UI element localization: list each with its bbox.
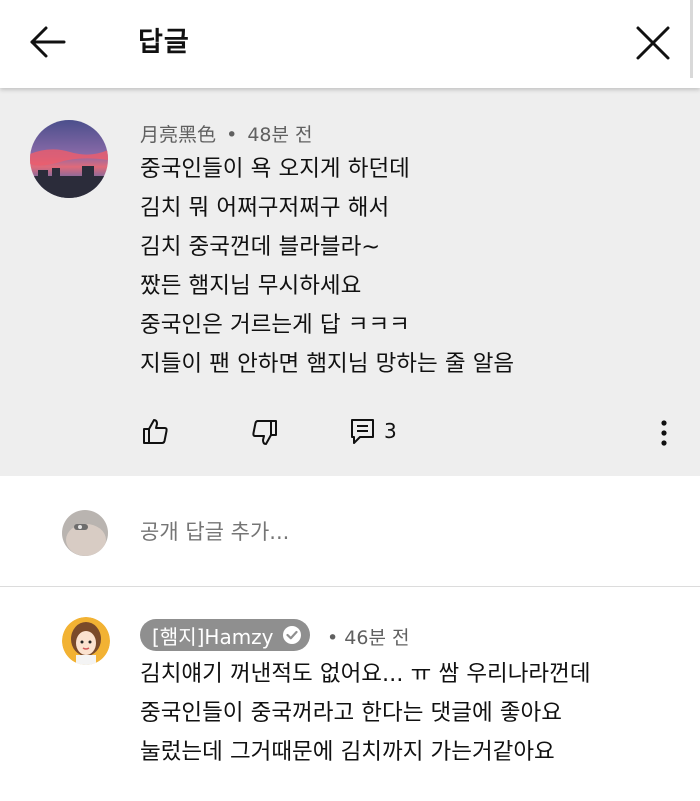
like-button[interactable] bbox=[140, 416, 170, 450]
comment-actions: 3 bbox=[0, 412, 700, 452]
comment-line: 짰든 햄지님 무시하세요 bbox=[140, 273, 362, 299]
sunset-avatar-image bbox=[30, 120, 108, 198]
back-button[interactable] bbox=[22, 18, 74, 66]
comment-author[interactable]: 月亮黑色 bbox=[140, 124, 216, 146]
reply-meta: • 46분 전 bbox=[327, 623, 409, 650]
reply-count: 3 bbox=[384, 419, 397, 443]
comment-meta: 月亮黑色 • 48분 전 bbox=[140, 120, 313, 147]
reply-line: 중국인들이 중국꺼라고 한다는 댓글에 좋아요 bbox=[140, 700, 562, 726]
more-options-button[interactable] bbox=[652, 418, 676, 452]
comment-time: 48분 전 bbox=[247, 124, 313, 146]
reply-line: 김치얘기 꺼낸적도 없어요... ㅠ 쌈 우리나라껀데 bbox=[140, 661, 591, 687]
avatar[interactable] bbox=[62, 617, 110, 665]
meta-separator: • bbox=[226, 124, 238, 146]
reply-comment: [햄지]Hamzy • 46분 전 김치얘기 꺼낸적도 없어요... ㅠ 쌈 우… bbox=[0, 587, 700, 801]
reply-line: 눌렀는데 그거때문에 김치까지 가는거같아요 bbox=[140, 739, 555, 765]
arrow-left-icon bbox=[30, 26, 66, 58]
top-app-bar: 답글 bbox=[0, 0, 700, 88]
reply-text: 김치얘기 꺼낸적도 없어요... ㅠ 쌈 우리나라껀데 중국인들이 중국꺼라고 … bbox=[140, 655, 591, 772]
comment-line: 지들이 팬 안하면 햄지님 망하는 줄 알음 bbox=[140, 351, 515, 377]
creator-author-badge[interactable]: [햄지]Hamzy bbox=[140, 619, 310, 651]
comment-line: 중국인은 거르는게 답 ㅋㅋㅋ bbox=[140, 312, 410, 338]
comment-line: 중국인들이 욕 오지게 하던데 bbox=[140, 156, 410, 182]
reply-button[interactable] bbox=[348, 416, 378, 450]
user-avatar-image bbox=[62, 510, 108, 556]
comment-icon bbox=[351, 419, 374, 444]
header-edge-divider bbox=[690, 0, 693, 78]
meta-separator: • bbox=[327, 627, 339, 649]
verified-check-icon bbox=[282, 626, 301, 644]
reply-time: 46분 전 bbox=[344, 627, 410, 649]
close-button[interactable] bbox=[626, 16, 680, 70]
comment-line: 김치 중국껀데 블라블라~ bbox=[140, 234, 381, 260]
more-vertical-icon bbox=[661, 420, 667, 446]
reply-author: [햄지]Hamzy bbox=[152, 624, 274, 649]
cartoon-avatar-image bbox=[62, 617, 110, 665]
close-icon bbox=[636, 26, 670, 60]
comment-line: 김치 뭐 어쩌구저쩌구 해서 bbox=[140, 195, 390, 221]
page-title: 답글 bbox=[138, 27, 190, 58]
avatar[interactable] bbox=[30, 120, 108, 198]
dislike-button[interactable] bbox=[250, 418, 280, 452]
add-reply-input[interactable] bbox=[140, 520, 620, 544]
thumbs-down-icon bbox=[252, 420, 277, 445]
thumbs-up-icon bbox=[143, 419, 168, 444]
parent-comment: 月亮黑色 • 48분 전 중국인들이 욕 오지게 하던데 김치 뭐 어쩌구저쩌구… bbox=[0, 88, 700, 476]
add-reply-row bbox=[0, 476, 700, 586]
avatar bbox=[62, 510, 108, 556]
comment-text: 중국인들이 욕 오지게 하던데 김치 뭐 어쩌구저쩌구 해서 김치 중국껀데 블… bbox=[140, 150, 514, 384]
